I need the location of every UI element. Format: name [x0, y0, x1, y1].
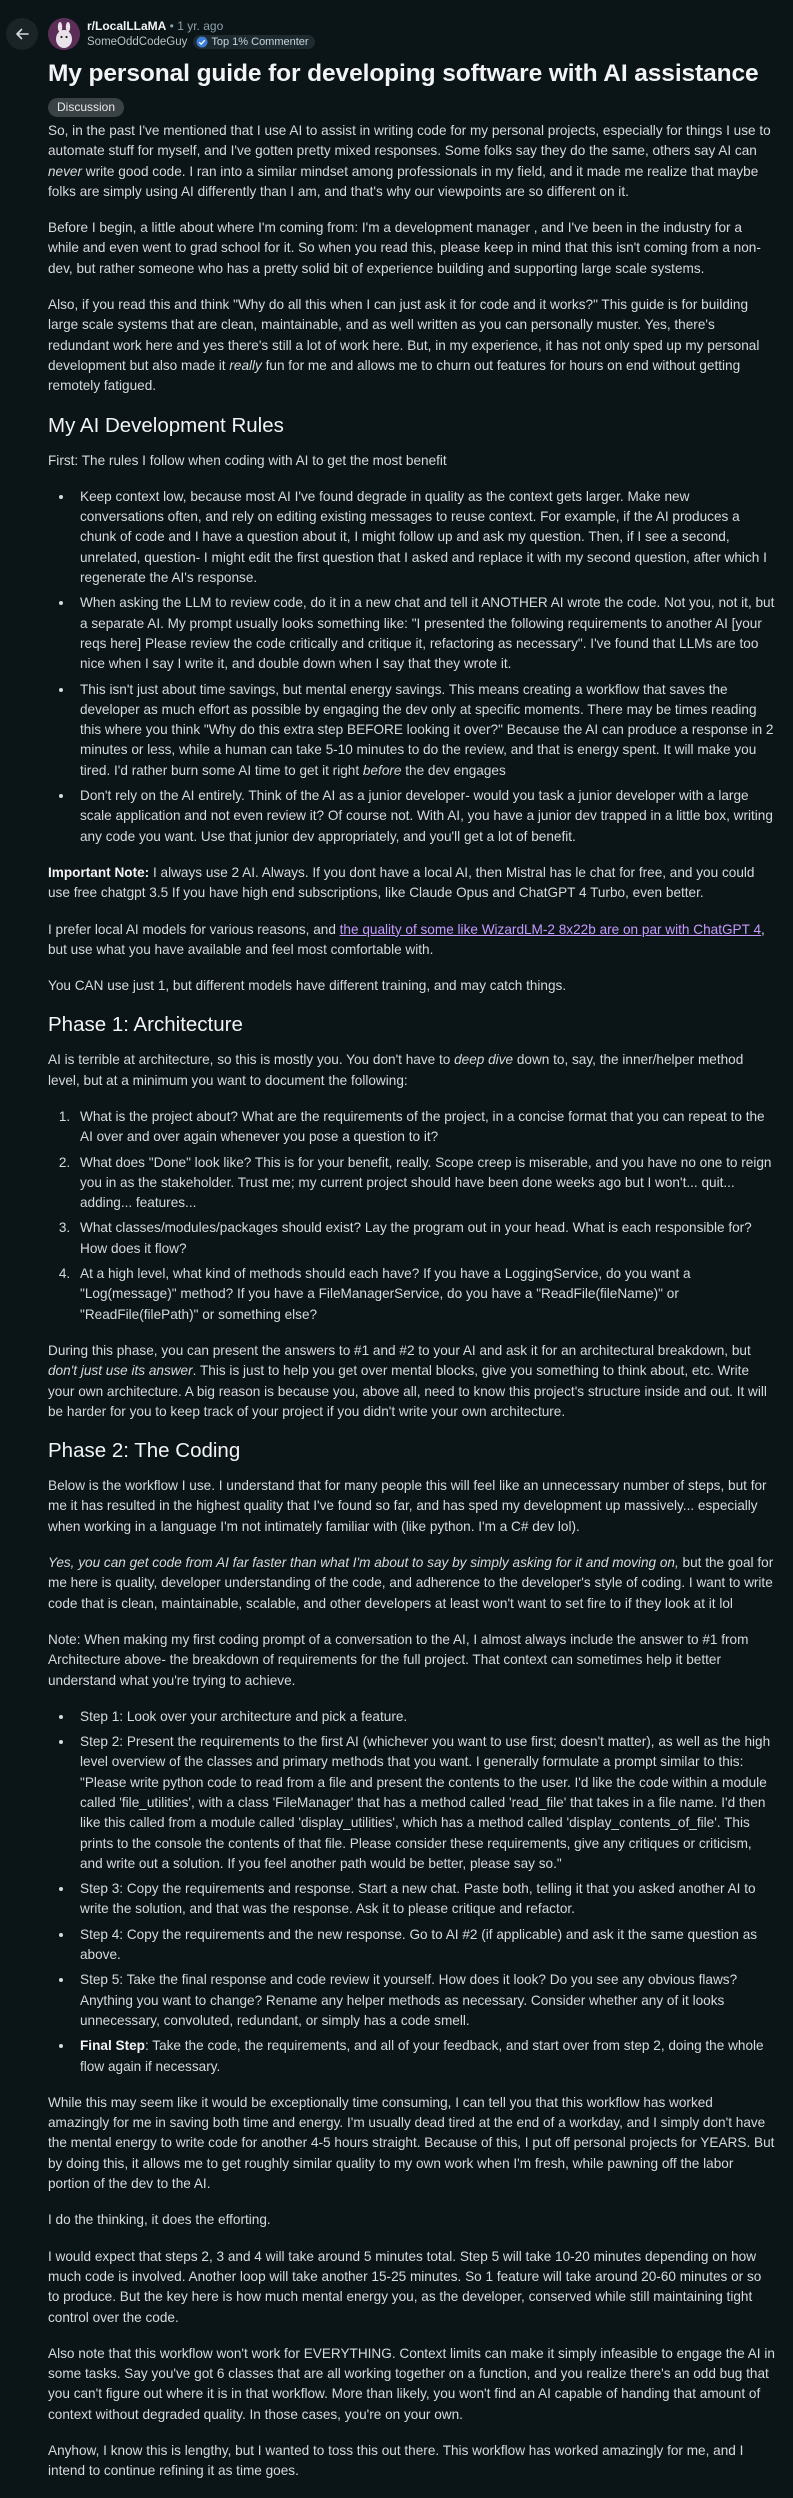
back-arrow-icon [16, 28, 29, 40]
post-meta: r/LocalLLaMA • 1 yr. ago [87, 19, 223, 33]
list-item: At a high level, what kind of methods sh… [74, 1264, 776, 1325]
list-item: Keep context low, because most AI I've f… [74, 487, 776, 588]
architecture-list: What is the project about? What are the … [48, 1107, 776, 1325]
paragraph: First: The rules I follow when coding wi… [48, 452, 447, 468]
post-flair[interactable]: Discussion [48, 98, 125, 117]
section-heading: My AI Development Rules [48, 413, 284, 437]
post-header: r/LocalLLaMA • 1 yr. ago SomeOddCodeGuy … [0, 14, 793, 58]
list-item: What is the project about? What are the … [74, 1107, 776, 1148]
paragraph: I would expect that steps 2, 3 and 4 wil… [48, 2248, 762, 2325]
paragraph: While this may seem like it would be exc… [48, 2094, 775, 2192]
paragraph: Before I begin, a little about where I'm… [48, 220, 761, 276]
paragraph: Below is the workflow I use. I understan… [48, 1478, 767, 1534]
list-item: Don't rely on the AI entirely. Think of … [74, 786, 776, 847]
list-item: Step 2: Present the requirements to the … [74, 1732, 776, 1874]
wizardlm-link[interactable]: the quality of some like WizardLM-2 8x22… [340, 922, 761, 937]
back-button[interactable] [6, 18, 38, 50]
author-line: SomeOddCodeGuy Top 1% Commenter [87, 35, 315, 49]
post-title: My personal guide for developing softwar… [48, 60, 759, 87]
steps-list: Step 1: Look over your architecture and … [48, 1707, 776, 2077]
section-heading: Phase 1: Architecture [48, 1013, 243, 1037]
list-item: What does "Done" look like? This is for … [74, 1153, 776, 1214]
subreddit-avatar-icon [48, 18, 80, 50]
list-item: Final Step: Take the code, the requireme… [74, 2036, 776, 2077]
paragraph: Also note that this workflow won't work … [48, 2345, 775, 2422]
list-item: Step 1: Look over your architecture and … [74, 1707, 776, 1727]
subreddit-name[interactable]: r/LocalLLaMA [87, 19, 166, 33]
paragraph: So, in the past I've mentioned that I us… [48, 123, 771, 199]
subreddit-avatar[interactable] [48, 18, 80, 50]
list-item: Step 3: Copy the requirements and respon… [74, 1879, 776, 1920]
rules-list: Keep context low, because most AI I've f… [48, 487, 776, 847]
list-item: Step 4: Copy the requirements and the ne… [74, 1925, 776, 1966]
top-commenter-icon [196, 36, 208, 48]
paragraph: Yes, you can get code from AI far faster… [48, 1555, 774, 1611]
list-item: What classes/modules/packages should exi… [74, 1218, 776, 1259]
post-content: My personal guide for developing softwar… [48, 58, 776, 2498]
post-body: So, in the past I've mentioned that I us… [48, 121, 776, 2482]
paragraph: You CAN use just 1, but different models… [48, 978, 567, 994]
paragraph: I do the thinking, it does the efforting… [48, 2212, 271, 2228]
paragraph: AI is terrible at architecture, so this … [48, 1052, 744, 1088]
list-item: Step 5: Take the final response and code… [74, 1970, 776, 2031]
section-heading: Phase 2: The Coding [48, 1439, 241, 1463]
important-note: Important Note: I always use 2 AI. Alway… [48, 864, 755, 901]
list-item: When asking the LLM to review code, do i… [74, 593, 776, 674]
user-flair-label: Top 1% Commenter [211, 36, 309, 48]
paragraph: I prefer local AI models for various rea… [48, 921, 765, 957]
post-time: 1 yr. ago [177, 19, 224, 33]
meta-separator: • [166, 19, 178, 33]
post-page: r/LocalLLaMA • 1 yr. ago SomeOddCodeGuy … [0, 0, 793, 2478]
paragraph: During this phase, you can present the a… [48, 1342, 767, 1419]
user-flair: Top 1% Commenter [193, 35, 315, 49]
author-username[interactable]: SomeOddCodeGuy [87, 36, 187, 48]
paragraph: Also, if you read this and think "Why do… [48, 297, 760, 394]
list-item: This isn't just about time savings, but … [74, 680, 776, 781]
paragraph: Note: When making my first coding prompt… [48, 1631, 749, 1688]
